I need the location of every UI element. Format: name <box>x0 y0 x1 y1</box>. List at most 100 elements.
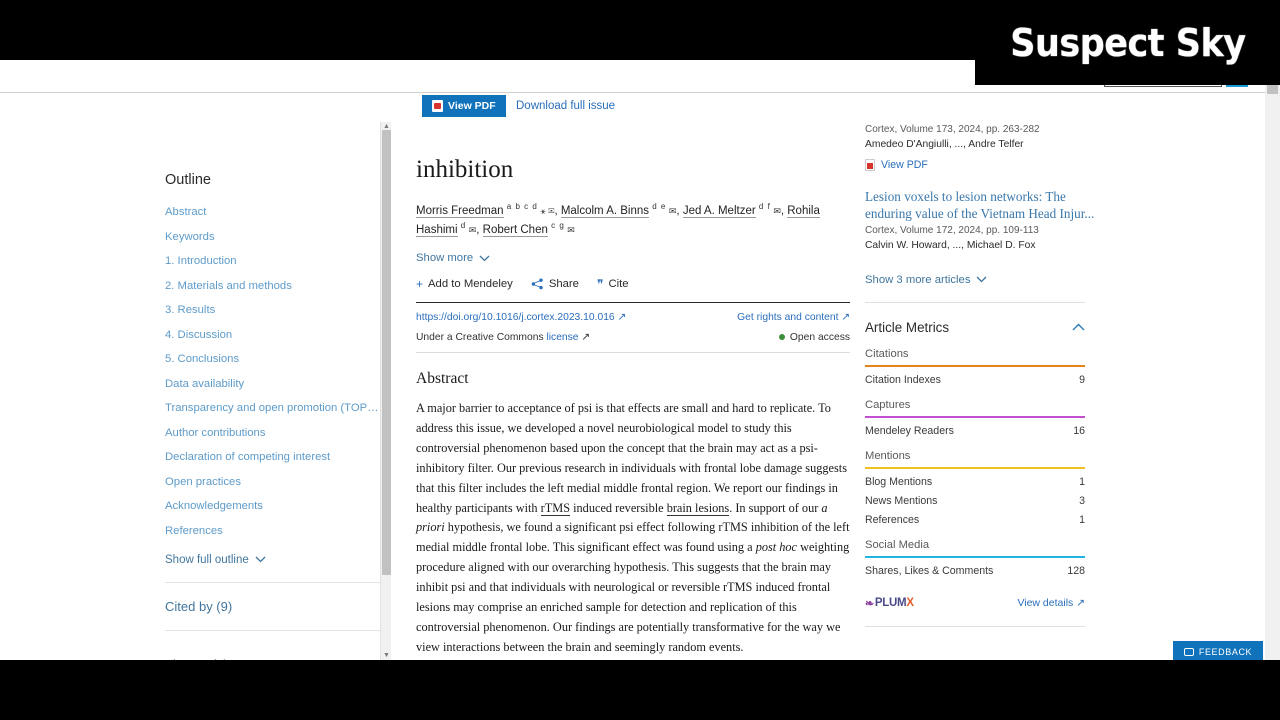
metric-item-label: Mendeley Readers <box>865 424 954 437</box>
outline-item-12[interactable]: Acknowledgements <box>165 500 380 512</box>
divider <box>165 629 380 631</box>
metric-group-rule <box>865 466 1085 469</box>
scroll-up-icon[interactable]: ▲ <box>383 123 390 130</box>
metric-item: Citation Indexes 9 <box>865 374 1085 386</box>
download-full-issue-link[interactable]: Download full issue <box>516 95 615 117</box>
outline-item-6[interactable]: 5. Conclusions <box>165 353 380 365</box>
divider <box>416 352 850 354</box>
pdf-action-row: View PDF Download full issue <box>0 93 1280 121</box>
author-name[interactable]: Jed A. Meltzer <box>682 204 756 218</box>
envelope-icon[interactable]: ✉ <box>565 225 575 235</box>
article-tools: + Add to Mendeley Share ❞ Cite <box>416 278 850 290</box>
author-name[interactable]: Morris Freedman <box>416 204 504 218</box>
open-access-dot-icon <box>778 333 785 340</box>
recommended-2-title[interactable]: Lesion voxels to lesion networks: The en… <box>865 188 1105 223</box>
plumx-view-details-link[interactable]: View details ↗ <box>1017 597 1085 609</box>
metric-group-0: Citations Citation Indexes 9 <box>865 348 1085 386</box>
envelope-icon[interactable]: ✉ <box>771 206 781 216</box>
article-metrics-groups: Citations Citation Indexes 9 Captures Mendel… <box>865 348 1105 577</box>
license-link[interactable]: license <box>546 332 578 343</box>
scrollbar-thumb[interactable] <box>382 130 391 575</box>
recommended-1-authors: Amedeo D'Angiulli, ..., Andre Telfer <box>865 139 1024 150</box>
add-to-mendeley-label: Add to Mendeley <box>428 278 513 291</box>
outline-item-4[interactable]: 3. Results <box>165 304 380 316</box>
chevron-up-icon[interactable] <box>1072 323 1085 331</box>
view-pdf-button[interactable]: View PDF <box>422 95 506 117</box>
person-icon[interactable]: ⚹ <box>538 206 545 216</box>
metric-group-rule <box>865 415 1085 418</box>
watermark-text: Suspect Sky <box>1009 20 1246 65</box>
abstract-segment-0: A major barrier to acceptance of psi is … <box>416 401 847 515</box>
author-separator: , <box>676 204 683 217</box>
outline-title: Outline <box>165 172 211 188</box>
author-affiliation-marks: a b c d <box>503 201 538 211</box>
outline-item-2[interactable]: 1. Introduction <box>165 255 380 267</box>
metric-item-label: Shares, Likes & Comments <box>865 564 994 577</box>
channel-watermark: Suspect Sky <box>975 0 1280 85</box>
abstract-glossary-link[interactable]: brain lesions <box>666 500 730 516</box>
plumx-logo: ❧ PLUM X <box>865 597 914 610</box>
metric-group-rule <box>865 364 1085 367</box>
metric-item: News Mentions 3 <box>865 495 1085 507</box>
metric-item: Blog Mentions 1 <box>865 476 1085 488</box>
doi-text: https://doi.org/10.1016/j.cortex.2023.10… <box>416 312 615 324</box>
outline-item-9[interactable]: Author contributions <box>165 427 380 439</box>
add-to-mendeley-button[interactable]: + Add to Mendeley <box>416 278 513 290</box>
feedback-button[interactable]: FEEDBACK <box>1173 641 1263 662</box>
outline-item-7[interactable]: Data availability <box>165 378 380 390</box>
plumx-row: ❧ PLUM X View details ↗ <box>865 597 1085 610</box>
author-affiliation-marks: c g <box>547 221 565 231</box>
author-name[interactable]: Robert Chen <box>482 224 548 238</box>
article-metrics-header[interactable]: Article Metrics <box>865 320 1085 335</box>
show-full-outline-button[interactable]: Show full outline <box>165 554 385 566</box>
cited-by-link[interactable]: Cited by (9) <box>165 599 385 614</box>
author-entry-1[interactable]: Malcolm A. Binns d e ✉ <box>560 202 677 218</box>
scroll-down-icon[interactable]: ▼ <box>383 652 390 659</box>
get-rights-link[interactable]: Get rights and content ↗ <box>737 311 850 323</box>
license-row: Under a Creative Commons license ↗ Open … <box>416 331 850 344</box>
doi-link[interactable]: https://doi.org/10.1016/j.cortex.2023.10… <box>416 311 626 323</box>
metric-item-value: 1 <box>1079 513 1085 526</box>
outline-item-10[interactable]: Declaration of competing interest <box>165 451 380 463</box>
author-entry-4[interactable]: Robert Chen c g ✉ <box>482 221 575 238</box>
share-button[interactable]: Share <box>531 278 579 290</box>
outline-item-1[interactable]: Keywords <box>165 231 380 243</box>
outline-item-8[interactable]: Transparency and open promotion (TOP) gu… <box>165 402 380 414</box>
share-label: Share <box>548 278 579 291</box>
show-more-authors-button[interactable]: Show more <box>416 252 850 264</box>
abstract-glossary-link[interactable]: rTMS <box>540 500 571 516</box>
outline-item-13[interactable]: References <box>165 525 380 537</box>
envelope-icon[interactable]: ✉ <box>666 206 677 216</box>
author-separator: , <box>476 224 483 237</box>
letterbox-bottom <box>0 660 1280 720</box>
chevron-down-icon <box>977 276 987 283</box>
recommended-1-view-pdf[interactable]: View PDF <box>865 159 1105 171</box>
author-entry-0[interactable]: Morris Freedman a b c d ⚹ ✉ <box>416 201 554 218</box>
outline-sidebar: Outline Abstract Keywords 1. Introduction 2… <box>150 122 385 660</box>
recommended-2-meta: Cortex, Volume 172, 2024, pp. 109-113 <box>865 224 1039 236</box>
author-affiliation-marks: d <box>457 221 467 231</box>
outline-item-11[interactable]: Open practices <box>165 476 380 488</box>
author-name[interactable]: Malcolm A. Binns <box>560 204 650 218</box>
cite-label: Cite <box>608 278 629 291</box>
page-scrollbar[interactable] <box>1265 60 1280 660</box>
screen-viewport: View PDF Download full issue Outline Abs… <box>0 0 1280 720</box>
column-divider <box>862 122 863 660</box>
metric-group-label: Mentions <box>865 449 911 462</box>
license-text: Under a Creative Commons license ↗ <box>416 332 591 344</box>
metric-item: Shares, Likes & Comments 128 <box>865 565 1085 577</box>
cite-button[interactable]: ❞ Cite <box>597 278 629 290</box>
open-access-label: Open access <box>789 331 850 343</box>
outline-item-5[interactable]: 4. Discussion <box>165 329 380 341</box>
metric-group-rule <box>865 555 1085 558</box>
outline-scrollbar[interactable]: ▲ ▼ <box>380 122 391 660</box>
metric-group-1: Captures Mendeley Readers 16 <box>865 399 1085 437</box>
leaf-icon: ❧ <box>865 597 874 610</box>
outline-item-3[interactable]: 2. Materials and methods <box>165 280 380 292</box>
author-entry-2[interactable]: Jed A. Meltzer d f ✉ <box>682 201 781 218</box>
author-affiliation-marks: d f <box>755 201 771 211</box>
show-more-articles-button[interactable]: Show 3 more articles <box>865 274 1105 286</box>
outline-item-0[interactable]: Abstract <box>165 206 380 218</box>
envelope-icon[interactable]: ✉ <box>466 225 477 235</box>
chevron-down-icon <box>255 556 266 563</box>
